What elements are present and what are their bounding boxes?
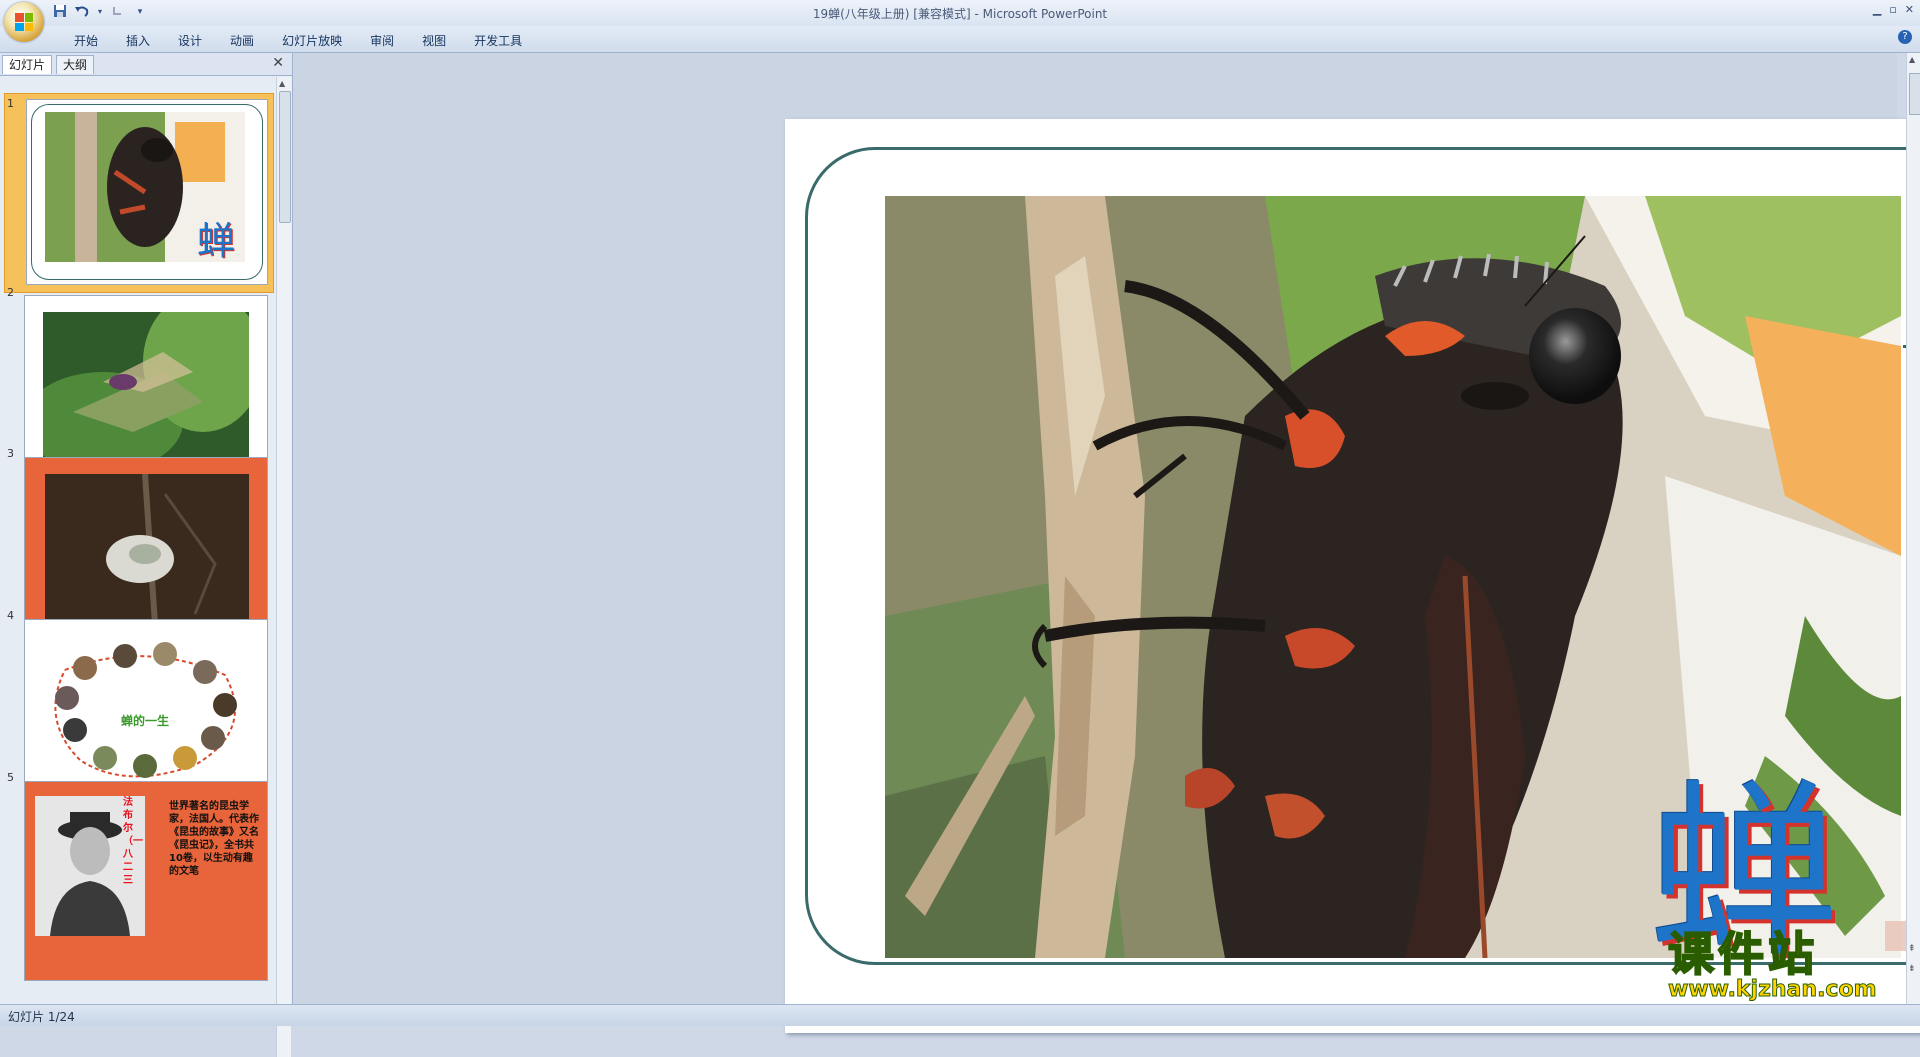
thumbnail-slide-1[interactable]: 蝉 xyxy=(26,99,268,285)
current-slide[interactable]: 蝉 xyxy=(785,119,1920,1033)
slides-panel: 幻灯片 大纲 ✕ 1 蝉 2 3 4 蝉的一生 5 法布尔（一八二三 世界著名的… xyxy=(0,53,293,1057)
thumbnail-slide-3[interactable] xyxy=(24,457,268,639)
molting-cicada-image xyxy=(45,474,249,624)
ribbon-tabs: 开始 插入 设计 动画 幻灯片放映 审阅 视图 开发工具 xyxy=(60,30,536,51)
window-title: 19蝉(八年级上册) [兼容模式] - Microsoft PowerPoint xyxy=(812,7,1108,21)
thumbnail-caption: 蝉 xyxy=(197,219,236,263)
tab-home[interactable]: 开始 xyxy=(60,30,112,51)
slide-editor: 蝉 xyxy=(293,53,1920,1033)
title-bar: ▾ ▾ 19蝉(八年级上册) [兼容模式] - Microsoft PowerP… xyxy=(0,0,1920,42)
maximize-icon[interactable]: ▫ xyxy=(1889,3,1896,16)
panel-tabs: 幻灯片 大纲 ✕ xyxy=(0,53,292,76)
ribbon: 开始 插入 设计 动画 幻灯片放映 审阅 视图 开发工具 ? xyxy=(0,26,1920,53)
thumbnail-number: 4 xyxy=(7,609,14,622)
thumbnail-number: 5 xyxy=(7,771,14,784)
next-slide-icon[interactable]: ⇟ xyxy=(1908,963,1916,975)
slide-counter: 幻灯片 1/24 xyxy=(8,1010,75,1024)
life-cycle-title: 蝉的一生 xyxy=(121,714,170,728)
thumbnail-slide-2[interactable] xyxy=(24,295,268,477)
author-bio-text: 世界著名的昆虫学家，法国人。代表作《昆虫的故事》又名《昆虫记》，全书共10卷，以… xyxy=(169,801,259,877)
thumbnail-list: 1 蝉 2 3 4 蝉的一生 5 法布尔（一八二三 世界著名的昆虫学家，法国人。… xyxy=(0,77,276,1057)
thumbnail-slide-4[interactable]: 蝉的一生 xyxy=(24,619,268,801)
window-controls: ▁ ▫ ✕ xyxy=(1873,3,1914,16)
scroll-thumb[interactable] xyxy=(279,91,291,223)
tab-insert[interactable]: 插入 xyxy=(112,30,164,51)
life-cycle-diagram xyxy=(54,642,237,778)
minimize-icon[interactable]: ▁ xyxy=(1873,3,1881,16)
author-name-text: 法布尔（一八二三 xyxy=(123,797,143,886)
close-panel-icon[interactable]: ✕ xyxy=(272,55,284,71)
tab-slides[interactable]: 幻灯片 xyxy=(2,55,53,74)
thumbnail-number: 1 xyxy=(7,97,14,110)
slide-scrollbar[interactable]: ▲ ⇞ ⇟ xyxy=(1906,53,1920,1004)
previous-slide-icon[interactable]: ⇞ xyxy=(1908,943,1916,955)
office-logo-icon xyxy=(15,13,33,31)
tab-slideshow[interactable]: 幻灯片放映 xyxy=(268,30,356,51)
scroll-up-icon[interactable]: ▲ xyxy=(279,79,285,88)
thumbnail-number: 2 xyxy=(7,286,14,299)
tab-review[interactable]: 审阅 xyxy=(356,30,408,51)
thumbnail-slide-5[interactable]: 法布尔（一八二三 世界著名的昆虫学家，法国人。代表作《昆虫的故事》又名《昆虫记》… xyxy=(24,781,268,981)
thumbnail-number: 3 xyxy=(7,447,14,460)
tab-developer[interactable]: 开发工具 xyxy=(460,30,536,51)
thumbnail-scrollbar[interactable]: ▲ xyxy=(276,77,291,1057)
scroll-up-icon[interactable]: ▲ xyxy=(1909,55,1915,64)
watermark-text: 课件站 xyxy=(1667,927,1818,981)
tab-view[interactable]: 视图 xyxy=(408,30,460,51)
cicada-leaf-image xyxy=(43,312,249,462)
office-button[interactable] xyxy=(4,2,44,42)
close-icon[interactable]: ✕ xyxy=(1905,3,1914,16)
tab-design[interactable]: 设计 xyxy=(164,30,216,51)
help-icon[interactable]: ? xyxy=(1898,30,1912,44)
status-bar: 幻灯片 1/24 xyxy=(0,1004,1920,1026)
scroll-thumb[interactable] xyxy=(1909,73,1920,115)
watermark-url: www.kjzhan.com xyxy=(1668,977,1878,1002)
tab-animations[interactable]: 动画 xyxy=(216,30,268,51)
tab-outline[interactable]: 大纲 xyxy=(56,55,95,74)
site-watermark: 课件站 www.kjzhan.com xyxy=(1667,927,1898,1002)
